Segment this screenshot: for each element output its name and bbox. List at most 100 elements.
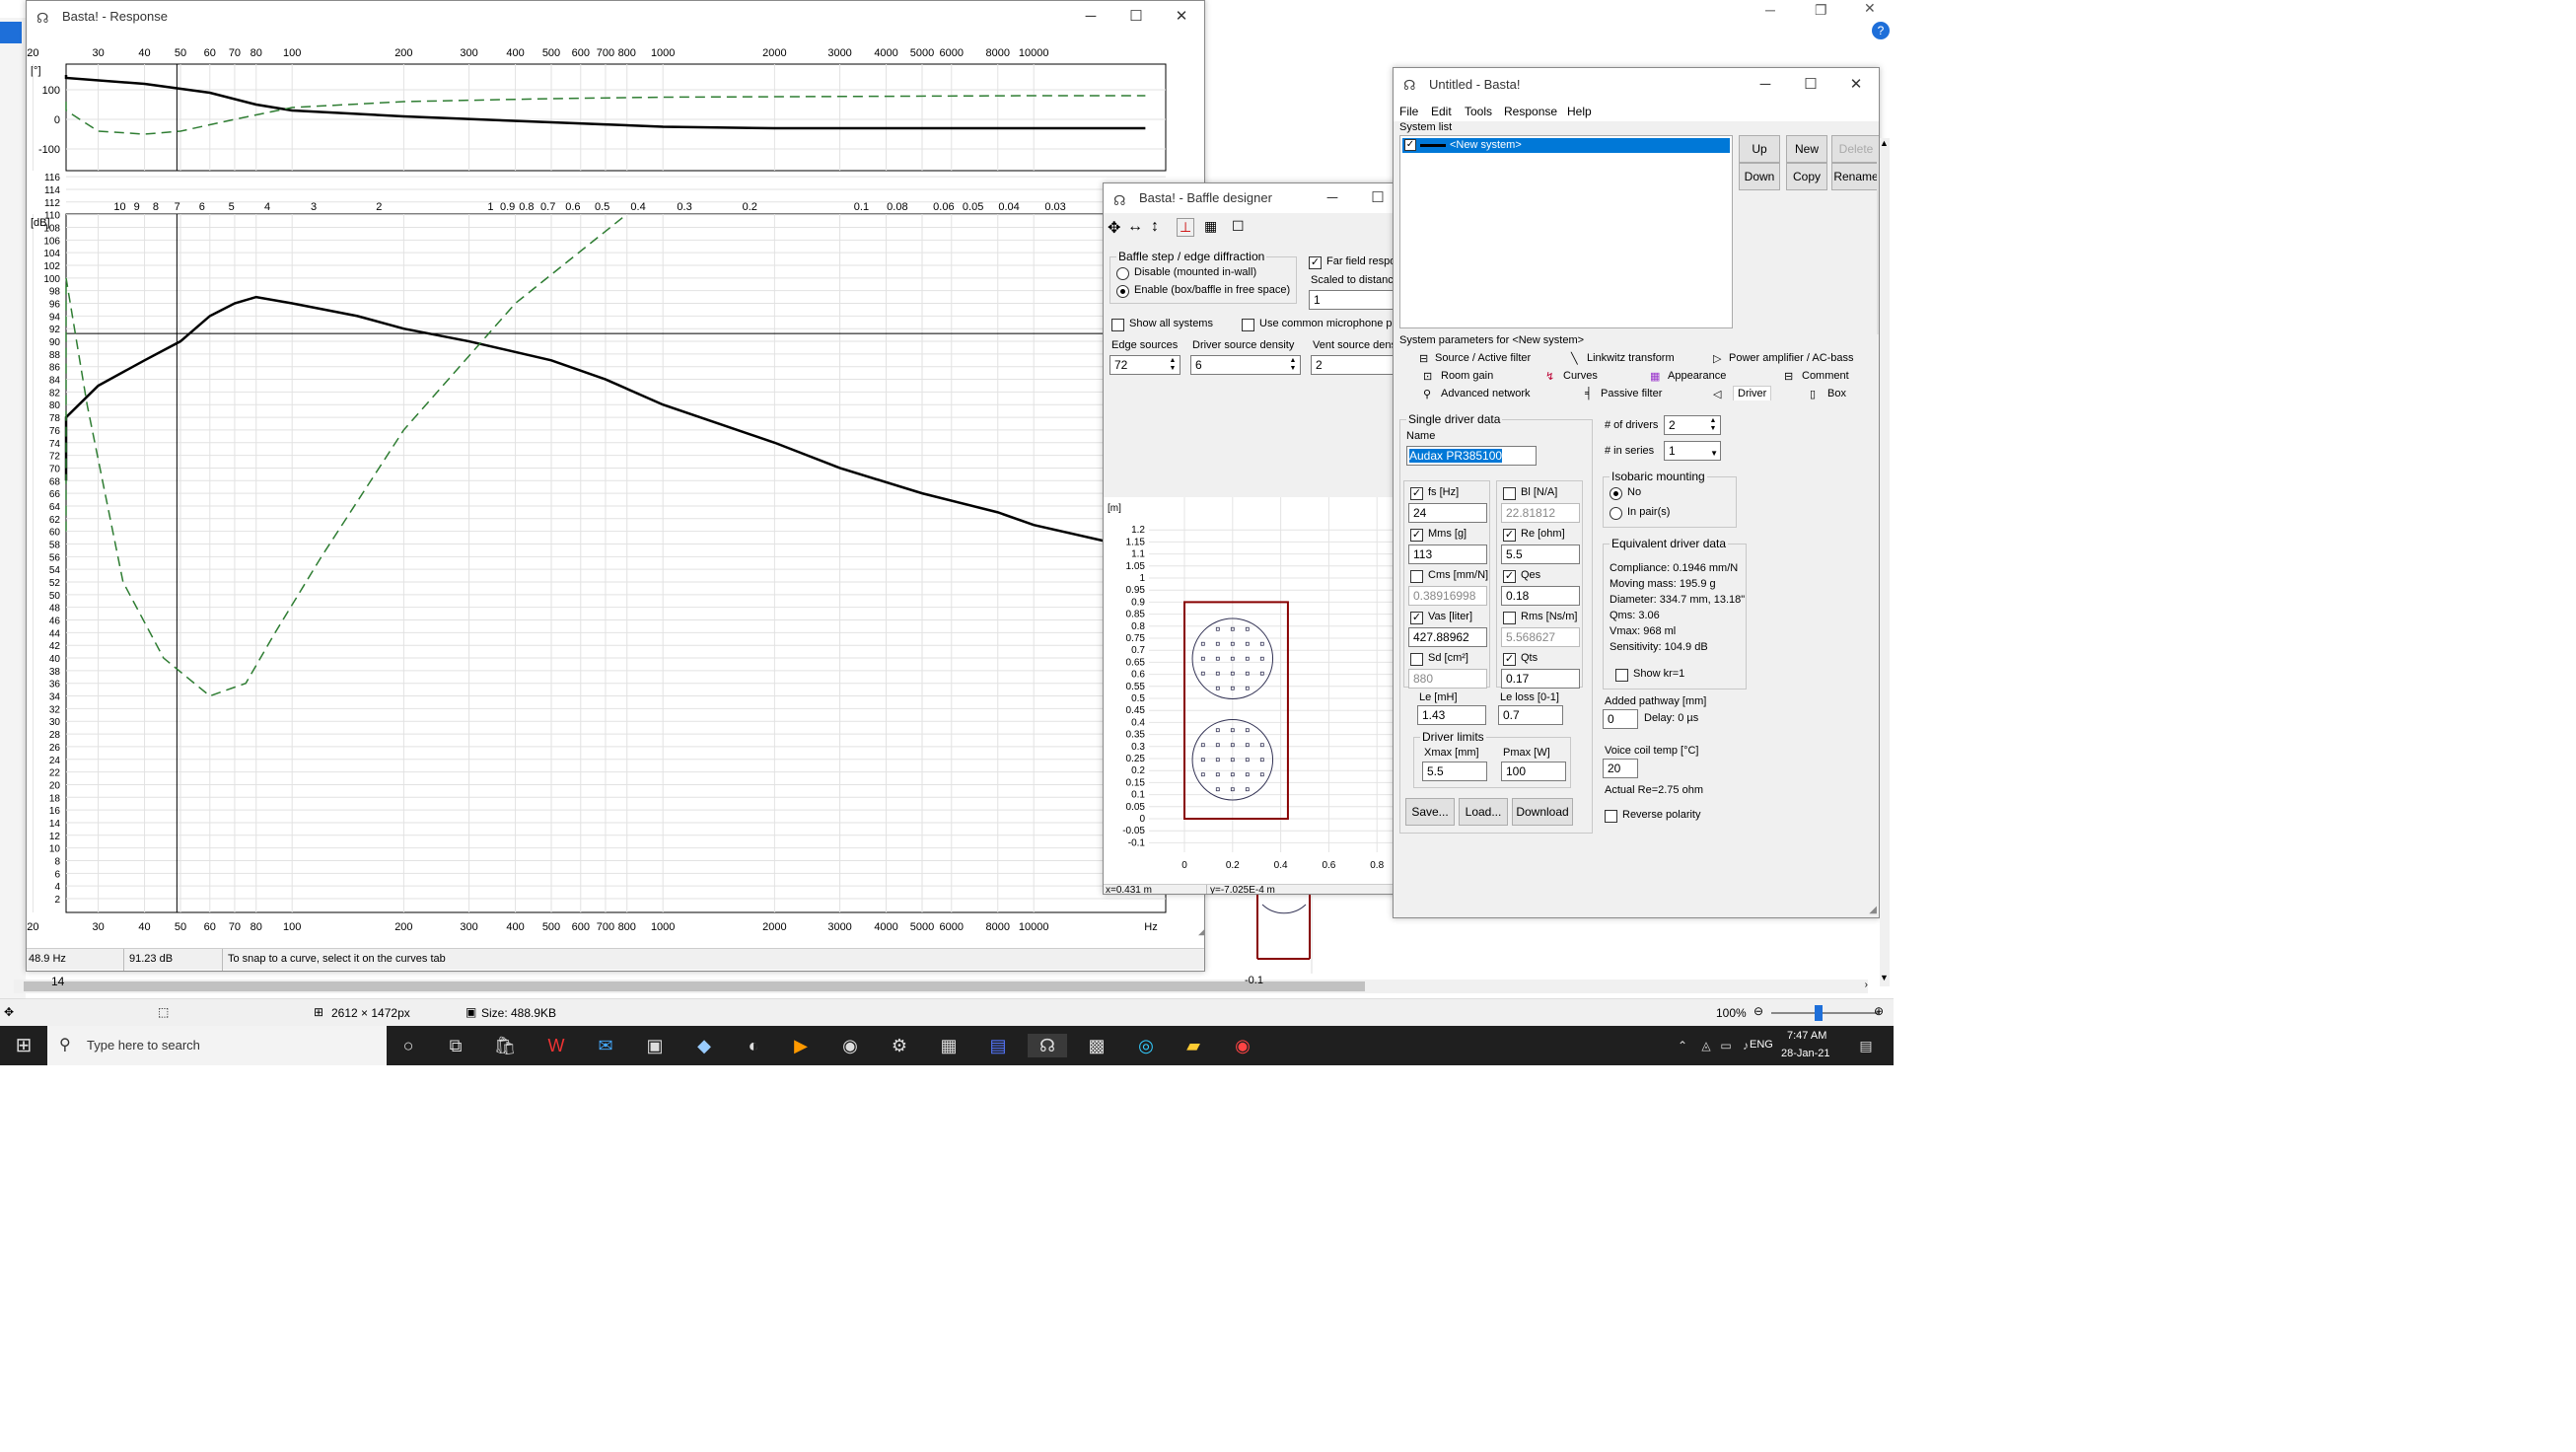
params_left-input[interactable]: 24 — [1408, 503, 1487, 523]
show-all-checkbox[interactable] — [1111, 319, 1124, 331]
basta-taskbar-icon[interactable]: ☊ — [1028, 1034, 1067, 1057]
down-button[interactable]: Down — [1739, 163, 1780, 190]
calculator-icon[interactable]: ▩ — [1085, 1034, 1109, 1057]
vc-temp-input[interactable]: 20 — [1603, 759, 1638, 778]
reverse-polarity-checkbox[interactable] — [1605, 810, 1617, 823]
tab-box[interactable]: Box — [1827, 388, 1846, 399]
tab-comment[interactable]: Comment — [1802, 370, 1849, 382]
baffle-canvas[interactable]: [m]1.21.151.11.0510.950.90.850.80.750.70… — [1104, 497, 1398, 884]
params_left-checkbox[interactable] — [1410, 570, 1423, 583]
menu-file[interactable]: File — [1399, 105, 1418, 118]
tab-driver[interactable]: Driver — [1733, 386, 1772, 400]
params_right-checkbox[interactable]: ✓ — [1503, 653, 1516, 666]
menu-tools[interactable]: Tools — [1465, 105, 1492, 118]
params_right-checkbox[interactable] — [1503, 487, 1516, 500]
scaled-input[interactable]: 1 — [1309, 290, 1397, 310]
main-minimize-button[interactable]: ─ — [1743, 68, 1788, 102]
baffle-maximize-button[interactable]: ☐ — [1358, 183, 1397, 217]
move-tool-icon[interactable]: ✥ — [1108, 218, 1120, 238]
name-input[interactable]: Audax PR385100 — [1406, 446, 1537, 466]
menu-response[interactable]: Response — [1504, 105, 1557, 118]
params_right-input[interactable]: 0.17 — [1501, 669, 1580, 689]
main-titlebar[interactable]: ☊ Untitled - Basta! ─ ☐ ✕ — [1394, 68, 1879, 102]
menu-help[interactable]: Help — [1567, 105, 1592, 118]
baffle-titlebar[interactable]: ☊ Basta! - Baffle designer ─ ☐ — [1104, 183, 1397, 213]
show-kr-checkbox[interactable] — [1615, 669, 1628, 682]
far-field-checkbox[interactable]: ✓ — [1309, 256, 1322, 269]
zoom-slider[interactable] — [1771, 1005, 1880, 1021]
params_right-input[interactable]: 0.18 — [1501, 586, 1580, 606]
rect-tool-icon[interactable]: ☐ — [1232, 218, 1245, 235]
chevron-down-icon[interactable]: ▼ — [1710, 445, 1718, 460]
zoom-out-icon[interactable]: ⊖ — [1753, 1004, 1763, 1018]
word-icon[interactable]: W — [544, 1034, 568, 1057]
spinner-icon[interactable]: ▲ ▼ — [1707, 417, 1719, 433]
windows-start-icon[interactable]: ⊞ — [12, 1034, 36, 1057]
params_left-input[interactable]: 880 — [1408, 669, 1487, 689]
download-button[interactable]: Download — [1512, 798, 1573, 826]
desk-minimize-icon[interactable]: ─ — [1765, 2, 1775, 18]
density-input[interactable]: 6 ▲ ▼ — [1190, 355, 1301, 375]
system-list[interactable]: ✓ <New system> — [1399, 135, 1733, 328]
app-icon-8[interactable]: ▤ — [986, 1034, 1010, 1057]
system-list-item[interactable]: ✓ <New system> — [1402, 138, 1730, 153]
params_right-input[interactable]: 5.5 — [1501, 544, 1580, 564]
spinner-icon[interactable]: ▲ ▼ — [1167, 357, 1179, 373]
tab-room[interactable]: Room gain — [1441, 370, 1493, 382]
params_left-input[interactable]: 0.38916998 — [1408, 586, 1487, 606]
tab-appearance[interactable]: Appearance — [1668, 370, 1726, 382]
app-icon-3[interactable]: ◐ — [742, 1034, 765, 1057]
ndrivers-input[interactable]: 2 ▲ ▼ — [1664, 415, 1721, 435]
tab-linkwitz[interactable]: Linkwitz transform — [1587, 352, 1675, 364]
clock-date[interactable]: 28-Jan-21 — [1781, 1048, 1830, 1059]
load-button[interactable]: Load... — [1459, 798, 1508, 826]
app-icon-4[interactable]: ▶ — [789, 1034, 813, 1057]
tab-source[interactable]: Source / Active filter — [1435, 352, 1531, 364]
viewer-hscroll-thumb[interactable] — [24, 981, 1365, 991]
vscroll-up-icon[interactable]: ▲ — [1880, 138, 1889, 148]
delete-button[interactable]: Delete — [1831, 135, 1879, 163]
spinner-icon[interactable]: ▲ ▼ — [1287, 357, 1299, 373]
response-chart[interactable]: [°]1000-10020203030404050506060707080801… — [27, 33, 1205, 940]
params_right-input[interactable]: 5.568627 — [1501, 627, 1580, 647]
baffle-minimize-button[interactable]: ─ — [1313, 183, 1352, 217]
edge-sources-input[interactable]: 72 ▲ ▼ — [1109, 355, 1181, 375]
params_left-input[interactable]: 113 — [1408, 544, 1487, 564]
grid-tool-icon[interactable]: ▦ — [1204, 218, 1217, 235]
save-button[interactable]: Save... — [1405, 798, 1455, 826]
task-view-icon[interactable]: ⧉ — [444, 1034, 467, 1057]
system-item-checkbox[interactable]: ✓ — [1404, 139, 1416, 151]
params_right-checkbox[interactable] — [1503, 612, 1516, 624]
app-icon-6[interactable]: ⚙ — [888, 1034, 911, 1057]
mail-icon[interactable]: ✉ — [594, 1034, 617, 1057]
desk-restore-icon[interactable]: ❐ — [1815, 2, 1827, 19]
cortana-icon[interactable]: ○ — [396, 1034, 420, 1057]
xmax-input[interactable]: 5.5 — [1422, 762, 1487, 781]
notification-icon[interactable]: ▤ — [1854, 1034, 1878, 1057]
app-icon-1[interactable]: ▣ — [643, 1034, 667, 1057]
explorer-icon[interactable]: ▰ — [1181, 1034, 1205, 1057]
app-icon-5[interactable]: ◉ — [838, 1034, 862, 1057]
zoom-in-icon[interactable]: ⊕ — [1874, 1004, 1884, 1018]
added-path-input[interactable]: 0 — [1603, 709, 1638, 729]
params_right-checkbox[interactable]: ✓ — [1503, 570, 1516, 583]
resize-grip-icon[interactable]: ◢ — [1198, 926, 1205, 937]
zoom-slider-thumb[interactable] — [1815, 1005, 1823, 1021]
tab-passive[interactable]: Passive filter — [1601, 388, 1662, 399]
lang-indicator[interactable]: ENG — [1750, 1039, 1773, 1051]
vent-input[interactable]: 2 — [1311, 355, 1397, 375]
main-maximize-button[interactable]: ☐ — [1788, 68, 1833, 102]
iso-no-radio[interactable] — [1610, 487, 1622, 500]
params_left-input[interactable]: 427.88962 — [1408, 627, 1487, 647]
chrome-icon[interactable]: ◉ — [1231, 1034, 1254, 1057]
desk-close-icon[interactable]: ✕ — [1864, 0, 1876, 17]
main-close-button[interactable]: ✕ — [1833, 68, 1879, 102]
tab-advnet[interactable]: Advanced network — [1441, 388, 1531, 399]
params_left-checkbox[interactable]: ✓ — [1410, 487, 1423, 500]
tab-amp[interactable]: Power amplifier / AC-bass — [1729, 352, 1854, 364]
tab-curves[interactable]: Curves — [1563, 370, 1598, 382]
response-titlebar[interactable]: ☊ Basta! - Response ─ ☐ ✕ — [27, 1, 1204, 33]
app-icon-2[interactable]: ◆ — [692, 1034, 716, 1057]
vresize-tool-icon[interactable]: ↕ — [1151, 218, 1159, 236]
new-button[interactable]: New — [1786, 135, 1827, 163]
